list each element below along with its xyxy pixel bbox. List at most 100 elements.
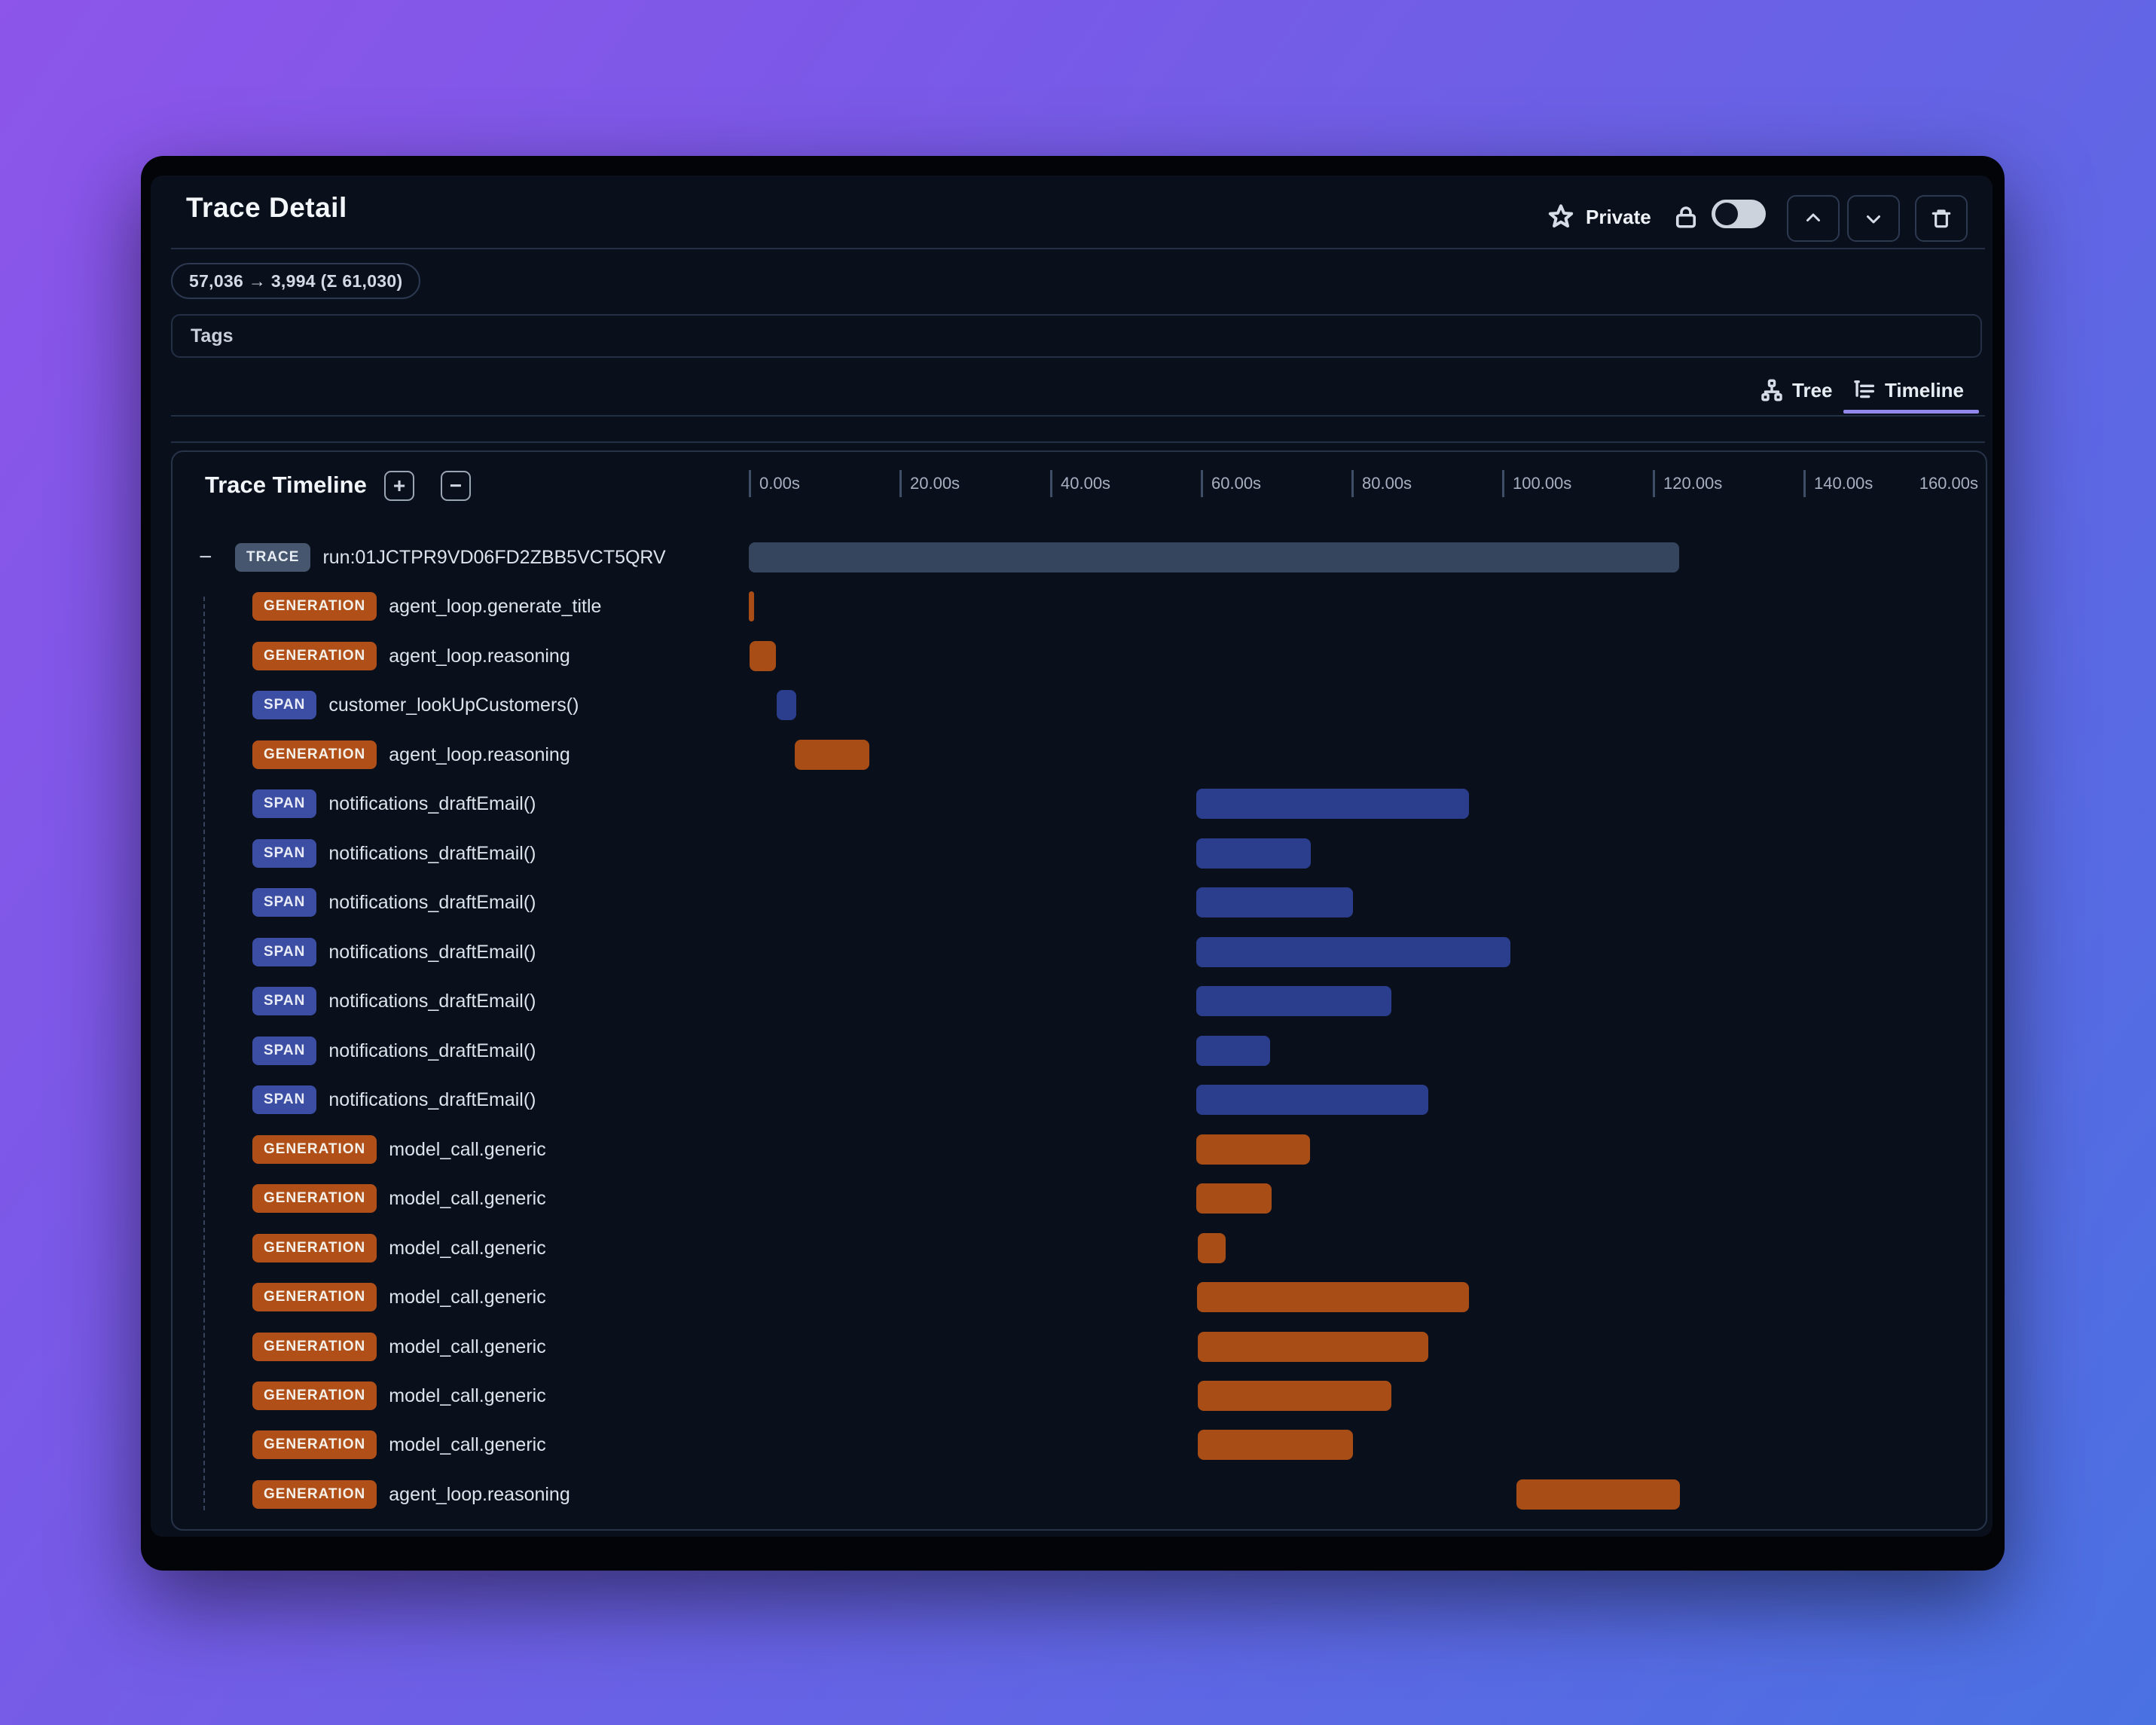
timeline-bar[interactable] xyxy=(1196,937,1510,967)
generation-badge: GENERATION xyxy=(252,1184,377,1213)
timeline-row[interactable]: SPAN customer_lookUpCustomers() xyxy=(252,690,579,720)
timeline-row[interactable]: GENERATION agent_loop.reasoning xyxy=(252,641,570,671)
timeline-bar[interactable] xyxy=(1196,1183,1272,1214)
timeline-row[interactable]: GENERATION model_call.generic xyxy=(252,1332,546,1362)
axis-tick xyxy=(899,470,902,497)
timeline-bar[interactable] xyxy=(750,641,776,671)
timeline-bar[interactable] xyxy=(1197,1282,1469,1312)
bookmark-star-button[interactable] xyxy=(1546,176,1576,258)
timeline-bar[interactable] xyxy=(1196,986,1391,1016)
timeline-bar[interactable] xyxy=(749,542,1679,572)
observation-label: model_call.generic xyxy=(389,1433,546,1455)
observation-label: model_call.generic xyxy=(389,1286,546,1308)
timeline-row[interactable]: GENERATION agent_loop.reasoning xyxy=(252,1479,570,1510)
timeline-bar[interactable] xyxy=(1196,838,1311,869)
desktop-background: { "header": { "title": "Trace Detail", "… xyxy=(0,0,2156,1725)
axis-tick xyxy=(1050,470,1052,497)
timeline-row[interactable]: GENERATION model_call.generic xyxy=(252,1282,546,1312)
observation-label: agent_loop.reasoning xyxy=(389,1483,570,1505)
span-badge: SPAN xyxy=(252,789,317,818)
lock-icon xyxy=(1675,206,1696,228)
generation-badge: GENERATION xyxy=(252,1480,377,1509)
timeline-row[interactable]: GENERATION agent_loop.generate_title xyxy=(252,591,601,621)
observation-label: notifications_draftEmail() xyxy=(328,842,536,864)
tab-timeline[interactable]: Timeline xyxy=(1852,373,1964,408)
timeline-bar[interactable] xyxy=(1198,1332,1428,1362)
chevron-up-icon xyxy=(1806,213,1820,221)
collapse-all-button[interactable]: − xyxy=(441,471,471,501)
axis-tick-label: 20.00s xyxy=(910,474,960,493)
timeline-icon xyxy=(1854,380,1875,398)
axis-tick xyxy=(1502,470,1504,497)
timeline-row[interactable]: GENERATION model_call.generic xyxy=(252,1381,546,1411)
timeline-bar[interactable] xyxy=(777,690,796,720)
timeline-row[interactable]: GENERATION model_call.generic xyxy=(252,1134,546,1165)
timeline-row[interactable]: − TRACE run:01JCTPR9VD06FD2ZBB5VCT5QRV xyxy=(199,542,666,572)
span-badge: SPAN xyxy=(252,691,317,719)
trace-badge: TRACE xyxy=(235,543,311,572)
token-usage-badge: 57,036 → 3,994 (Σ 61,030) xyxy=(171,263,421,299)
timeline-row[interactable]: SPAN notifications_draftEmail() xyxy=(252,937,536,967)
tags-field[interactable]: Tags xyxy=(171,314,1982,358)
tree-icon xyxy=(1761,379,1782,401)
active-tab-indicator xyxy=(1843,410,1979,414)
axis-tick-label: 100.00s xyxy=(1513,474,1572,493)
timeline-row[interactable]: SPAN notifications_draftEmail() xyxy=(252,887,536,917)
timeline-row[interactable]: SPAN notifications_draftEmail() xyxy=(252,789,536,819)
observation-label: agent_loop.reasoning xyxy=(389,645,570,667)
timeline-bar[interactable] xyxy=(795,740,869,770)
timeline-bar[interactable] xyxy=(749,591,754,621)
chevron-down-icon xyxy=(1867,215,1880,224)
timeline-row[interactable]: GENERATION agent_loop.reasoning xyxy=(252,740,570,770)
timeline-bar[interactable] xyxy=(1196,1036,1270,1066)
timeline-bar[interactable] xyxy=(1198,1233,1226,1263)
observation-label: customer_lookUpCustomers() xyxy=(328,694,579,716)
axis-end-label: 160.00s xyxy=(1919,474,1978,493)
axis-tick xyxy=(1201,470,1203,497)
axis-tick xyxy=(1351,470,1354,497)
span-badge: SPAN xyxy=(252,938,317,966)
axis-tick xyxy=(749,470,751,497)
toggle-knob xyxy=(1715,203,1738,225)
navigate-down-button[interactable] xyxy=(1847,195,1900,242)
panel-title: Trace Timeline xyxy=(205,472,367,498)
generation-badge: GENERATION xyxy=(252,1333,377,1361)
generation-badge: GENERATION xyxy=(252,642,377,670)
timeline-row[interactable]: SPAN notifications_draftEmail() xyxy=(252,986,536,1016)
timeline-row[interactable]: SPAN notifications_draftEmail() xyxy=(252,1036,536,1066)
expand-all-icon: + xyxy=(392,474,406,497)
timeline-bar[interactable] xyxy=(1196,887,1353,917)
generation-badge: GENERATION xyxy=(252,740,377,769)
generation-badge: GENERATION xyxy=(252,1283,377,1311)
timeline-bar[interactable] xyxy=(1196,1085,1428,1115)
page-title: Trace Detail xyxy=(186,192,347,223)
axis-tick-label: 120.00s xyxy=(1663,474,1723,493)
axis-tick xyxy=(1803,470,1806,497)
delete-trace-button[interactable] xyxy=(1915,195,1968,242)
axis-tick xyxy=(1653,470,1655,497)
timeline-bar[interactable] xyxy=(1196,789,1469,819)
tree-guide-line xyxy=(203,597,205,1510)
observation-label: notifications_draftEmail() xyxy=(328,792,536,814)
timeline-bar[interactable] xyxy=(1198,1381,1391,1411)
trace-timeline-panel: Trace Timeline + − 0.00s 20.00s 40.00s 60.0… xyxy=(171,450,1987,1531)
observation-label: notifications_draftEmail() xyxy=(328,1040,536,1061)
collapse-minus-icon[interactable]: − xyxy=(199,545,223,570)
tab-tree-label: Tree xyxy=(1792,378,1833,401)
timeline-bar[interactable] xyxy=(1198,1430,1353,1460)
collapse-all-icon: − xyxy=(449,474,463,497)
axis-tick-label: 80.00s xyxy=(1362,474,1412,493)
timeline-bar[interactable] xyxy=(1196,1134,1310,1165)
timeline-bar[interactable] xyxy=(1516,1479,1680,1510)
timeline-row[interactable]: SPAN notifications_draftEmail() xyxy=(252,838,536,869)
span-badge: SPAN xyxy=(252,1085,317,1114)
timeline-row[interactable]: GENERATION model_call.generic xyxy=(252,1233,546,1263)
navigate-up-button[interactable] xyxy=(1787,195,1840,242)
section-divider xyxy=(171,441,1985,443)
timeline-row[interactable]: GENERATION model_call.generic xyxy=(252,1430,546,1460)
timeline-row[interactable]: SPAN notifications_draftEmail() xyxy=(252,1085,536,1115)
timeline-row[interactable]: GENERATION model_call.generic xyxy=(252,1183,546,1214)
expand-all-button[interactable]: + xyxy=(384,471,414,501)
tab-tree[interactable]: Tree xyxy=(1759,373,1833,408)
privacy-toggle[interactable] xyxy=(1712,200,1766,228)
